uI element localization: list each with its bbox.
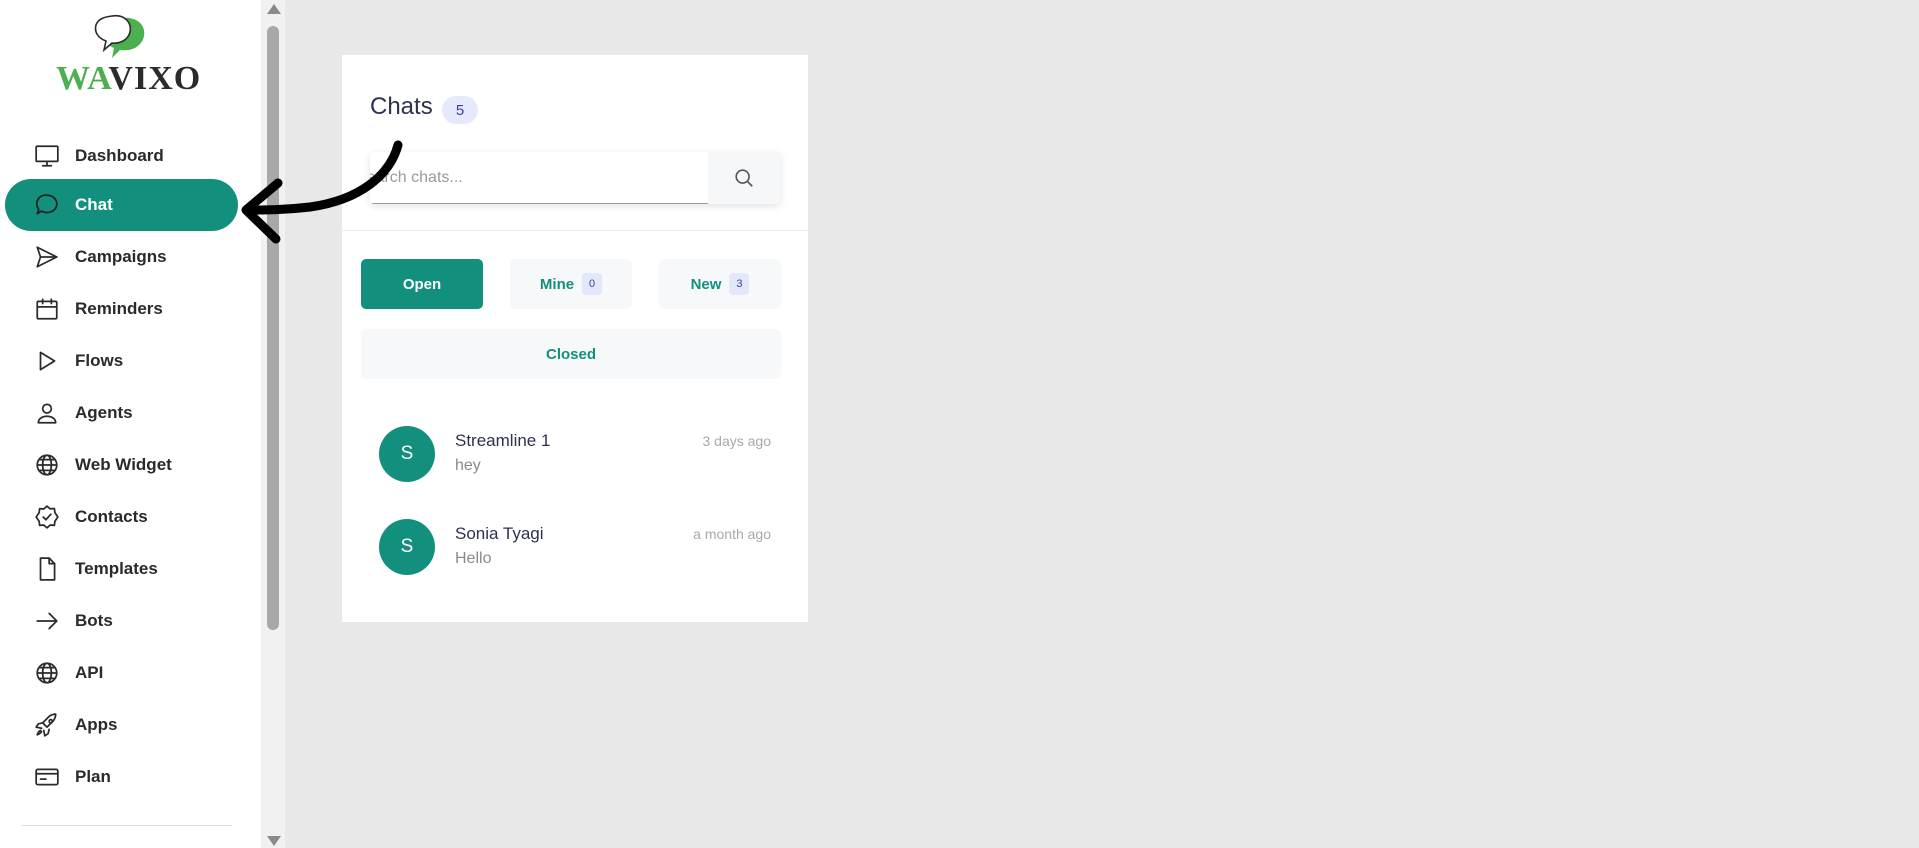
sidebar-item-label: Agents xyxy=(75,403,133,422)
sidebar: WAVIXO Dashboard Chat Campaigns Reminder… xyxy=(0,0,261,848)
sidebar-item-plan[interactable]: Plan xyxy=(5,751,238,803)
chat-list-item[interactable]: S Sonia Tyagi Hello a month ago xyxy=(379,519,771,579)
sidebar-item-contacts[interactable]: Contacts xyxy=(5,491,238,543)
avatar: S xyxy=(379,519,435,575)
sidebar-item-bots[interactable]: Bots xyxy=(5,595,238,647)
search-box xyxy=(370,152,780,204)
sidebar-item-flows[interactable]: Flows xyxy=(5,335,238,387)
sidebar-item-dashboard[interactable]: Dashboard xyxy=(5,130,238,182)
chat-bubble-icon xyxy=(33,191,61,219)
globe-icon xyxy=(33,659,61,687)
filter-closed-button[interactable]: Closed xyxy=(361,329,781,379)
search-input[interactable] xyxy=(370,152,708,204)
sidebar-item-label: Flows xyxy=(75,351,124,370)
new-count-badge: 3 xyxy=(729,273,750,295)
sidebar-item-reminders[interactable]: Reminders xyxy=(5,283,238,335)
sidebar-item-label: Templates xyxy=(75,559,158,578)
sidebar-item-label: Reminders xyxy=(75,299,163,318)
calendar-icon xyxy=(33,295,61,323)
scrollbar-thumb[interactable] xyxy=(267,26,279,630)
sidebar-item-web-widget[interactable]: Web Widget xyxy=(5,439,238,491)
sidebar-item-label: Chat xyxy=(75,195,113,214)
chat-list-item[interactable]: S Streamline 1 hey 3 days ago xyxy=(379,426,771,486)
sidebar-item-label: Plan xyxy=(75,767,111,786)
chats-title: Chats xyxy=(370,93,433,120)
chat-time: a month ago xyxy=(693,526,771,542)
sidebar-scrollbar[interactable] xyxy=(261,0,285,848)
sidebar-item-label: Contacts xyxy=(75,507,148,526)
sidebar-item-label: API xyxy=(75,663,104,682)
chats-count-badge: 5 xyxy=(442,96,478,124)
logo-text: WAVIXO xyxy=(56,60,202,97)
sidebar-item-apps[interactable]: Apps xyxy=(5,699,238,751)
avatar: S xyxy=(379,426,435,482)
chat-time: 3 days ago xyxy=(702,433,772,449)
user-icon xyxy=(33,399,61,427)
chat-preview: Hello xyxy=(455,550,492,567)
mine-count-badge: 0 xyxy=(582,273,603,295)
wavixo-logo[interactable]: WAVIXO xyxy=(56,14,206,97)
rocket-icon xyxy=(33,711,61,739)
sidebar-item-label: Campaigns xyxy=(75,247,167,266)
search-button[interactable] xyxy=(708,152,780,204)
scroll-down-arrow-icon[interactable] xyxy=(267,836,281,846)
chat-list-panel: Chats 5 Open Mine 0 New 3 Closed S Strea… xyxy=(342,55,808,622)
scroll-up-arrow-icon[interactable] xyxy=(267,4,281,14)
send-icon xyxy=(33,243,61,271)
chat-preview: hey xyxy=(455,457,481,474)
monitor-icon xyxy=(33,142,61,170)
arrow-right-icon xyxy=(33,607,61,635)
credit-card-icon xyxy=(33,763,61,791)
sidebar-divider xyxy=(22,825,232,826)
search-icon xyxy=(735,169,753,187)
badge-check-icon xyxy=(33,503,61,531)
filter-open-button[interactable]: Open xyxy=(361,259,483,309)
play-icon xyxy=(33,347,61,375)
filter-new-button[interactable]: New 3 xyxy=(659,259,781,309)
sidebar-item-templates[interactable]: Templates xyxy=(5,543,238,595)
sidebar-item-campaigns[interactable]: Campaigns xyxy=(5,231,238,283)
sidebar-item-label: Web Widget xyxy=(75,455,172,474)
panel-divider xyxy=(342,230,808,231)
chat-bubbles-logo-icon xyxy=(94,14,145,59)
sidebar-item-label: Bots xyxy=(75,611,113,630)
filter-mine-button[interactable]: Mine 0 xyxy=(510,259,632,309)
sidebar-item-api[interactable]: API xyxy=(5,647,238,699)
sidebar-item-label: Apps xyxy=(75,715,118,734)
sidebar-item-agents[interactable]: Agents xyxy=(5,387,238,439)
chat-name: Streamline 1 xyxy=(455,431,551,450)
file-icon xyxy=(33,555,61,583)
sidebar-item-label: Dashboard xyxy=(75,146,164,165)
sidebar-item-chat[interactable]: Chat xyxy=(5,179,238,231)
globe-icon xyxy=(33,451,61,479)
chat-name: Sonia Tyagi xyxy=(455,524,544,543)
